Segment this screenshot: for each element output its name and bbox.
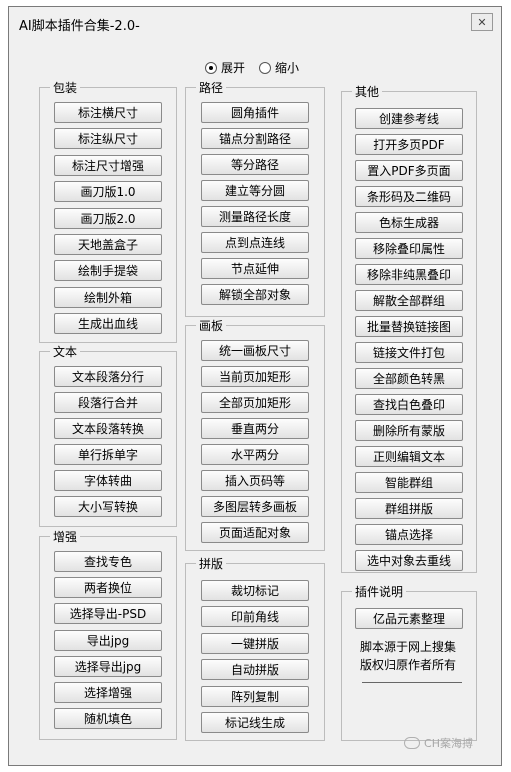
other-button-17[interactable]: 锚点选择 [355,524,463,545]
group-label-plugin-info: 插件说明 [352,583,407,600]
other-button-10[interactable]: 链接文件打包 [355,342,463,363]
divider [362,682,462,683]
radio-expand-label: 展开 [221,61,246,75]
watermark-text: CH案海搏 [424,737,473,750]
other-button-14[interactable]: 正则编辑文本 [355,446,463,467]
other-button-7[interactable]: 移除非纯黑叠印 [355,264,463,285]
group-text: 文本 文本段落分行 段落行合并文本段落转换 单行拆单字字体转曲大小写转换 [39,343,177,527]
plugin-info-line-1: 脚本源于网上搜集 [360,640,457,654]
group-label-path: 路径 [196,79,227,96]
group-enhance: 增强 查找专色两者换位选择导出-PSD 导出jpg 选择导出jpg 选择增强随机填色 [39,528,177,740]
radio-expand[interactable]: 展开 [205,59,245,76]
path-button-6[interactable]: 点到点连线 [201,232,309,253]
other-button-1[interactable]: 创建参考线 [355,108,463,129]
group-label-packaging: 包装 [50,79,81,96]
packaging-button-1[interactable]: 标注横尺寸 [54,102,162,123]
artboard-button-4[interactable]: 垂直两分 [201,418,309,439]
chat-bubble-icon [404,737,421,749]
path-button-1[interactable]: 圆角插件 [201,102,309,123]
path-button-8[interactable]: 解锁全部对象 [201,284,309,305]
imposition-button-5[interactable]: 阵列复制 [201,685,309,707]
artboard-button-6[interactable]: 插入页码等 [201,470,309,491]
radio-collapse[interactable]: 缩小 [259,59,299,76]
packaging-button-7[interactable]: 绘制手提袋 [54,260,162,282]
imposition-button-3[interactable]: 一键拼版 [201,632,309,654]
packaging-button-4[interactable]: 画刀版1.0 [54,181,162,203]
group-other: 其他 创建参考线打开多页PDF 置入PDF多页面 条形码及二维码 色标生成器移除叠印属… [341,83,477,573]
group-artboard: 画板 统一画板尺寸 当前页加矩形 全部页加矩形 垂直两分水平两分插入页码等多图层转多画… [185,317,325,551]
packaging-button-2[interactable]: 标注纵尺寸 [54,128,162,150]
text-button-3[interactable]: 文本段落转换 [54,418,162,439]
other-button-9[interactable]: 批量替换链接图 [355,316,463,337]
other-button-13[interactable]: 删除所有蒙版 [355,420,463,441]
artboard-button-7[interactable]: 多图层转多画板 [201,496,309,517]
path-button-7[interactable]: 节点延伸 [201,258,309,279]
text-button-5[interactable]: 字体转曲 [54,470,162,491]
group-label-artboard: 画板 [196,317,227,334]
artboard-button-3[interactable]: 全部页加矩形 [201,392,309,413]
title-bar: AI脚本插件合集-2.0- ✕ [9,7,501,45]
packaging-button-6[interactable]: 天地盖盒子 [54,234,162,255]
other-button-16[interactable]: 群组拼版 [355,498,463,519]
path-button-5[interactable]: 测量路径长度 [201,206,309,227]
other-button-4[interactable]: 条形码及二维码 [355,186,463,207]
enhance-button-4[interactable]: 导出jpg [54,629,162,651]
group-label-enhance: 增强 [50,528,81,545]
artboard-button-5[interactable]: 水平两分 [201,444,309,465]
group-label-text: 文本 [50,343,81,360]
group-label-other: 其他 [352,83,383,100]
imposition-button-4[interactable]: 自动拼版 [201,659,309,681]
packaging-button-3[interactable]: 标注尺寸增强 [54,154,162,176]
close-button[interactable]: ✕ [471,13,493,31]
radio-collapse-label: 缩小 [275,61,300,75]
text-button-1[interactable]: 文本段落分行 [54,366,162,387]
other-button-15[interactable]: 智能群组 [355,472,463,493]
enhance-button-2[interactable]: 两者换位 [54,577,162,599]
enhance-button-6[interactable]: 选择增强 [54,682,162,703]
watermark: CH案海搏 [404,735,473,751]
other-button-11[interactable]: 全部颜色转黑 [355,368,463,389]
window-title: AI脚本插件合集-2.0- [19,19,140,34]
plugin-info-line-2: 版权归原作者所有 [360,658,457,672]
enhance-button-7[interactable]: 随机填色 [54,708,162,730]
artboard-button-2[interactable]: 当前页加矩形 [201,366,309,387]
other-button-18[interactable]: 选中对象去重线 [355,550,463,571]
text-button-6[interactable]: 大小写转换 [54,496,162,517]
packaging-button-5[interactable]: 画刀版2.0 [54,207,162,229]
enhance-button-5[interactable]: 选择导出jpg [54,655,162,677]
text-button-2[interactable]: 段落行合并 [54,392,162,413]
plugin-info-button-1[interactable]: 亿品元素整理 [355,608,463,629]
packaging-button-8[interactable]: 绘制外箱 [54,286,162,308]
group-path: 路径 圆角插件锚点分割路径 等分路径建立等分圆测量路径长度 点到点连线节点延伸解锁全… [185,79,325,317]
other-button-2[interactable]: 打开多页PDF [355,134,463,155]
other-button-3[interactable]: 置入PDF多页面 [355,160,463,181]
path-button-3[interactable]: 等分路径 [201,154,309,175]
artboard-button-8[interactable]: 页面适配对象 [201,522,309,543]
group-imposition: 拼版 裁切标记印前角线一键拼版自动拼版阵列复制标记线生成 [185,555,325,741]
view-mode-radio-group: 展开 缩小 [205,59,299,76]
path-button-2[interactable]: 锚点分割路径 [201,128,309,149]
radio-unchecked-icon[interactable] [259,61,272,74]
plugin-window: AI脚本插件合集-2.0- ✕ 展开 缩小 包装 标注横尺寸标注纵尺寸标注尺寸增… [8,6,502,766]
enhance-button-3[interactable]: 选择导出-PSD [54,603,162,625]
text-button-4[interactable]: 单行拆单字 [54,444,162,465]
other-button-12[interactable]: 查找白色叠印 [355,394,463,415]
path-button-4[interactable]: 建立等分圆 [201,180,309,201]
imposition-button-2[interactable]: 印前角线 [201,606,309,628]
artboard-button-1[interactable]: 统一画板尺寸 [201,340,309,361]
other-button-8[interactable]: 解散全部群组 [355,290,463,311]
enhance-button-1[interactable]: 查找专色 [54,551,162,572]
group-packaging: 包装 标注横尺寸标注纵尺寸标注尺寸增强 画刀版1.0 画刀版2.0 天地盖盒子绘制手提… [39,79,177,343]
packaging-button-9[interactable]: 生成出血线 [54,313,162,335]
imposition-button-6[interactable]: 标记线生成 [201,712,309,733]
other-button-6[interactable]: 移除叠印属性 [355,238,463,259]
radio-checked-icon[interactable] [205,61,217,74]
other-button-5[interactable]: 色标生成器 [355,212,463,233]
group-label-imposition: 拼版 [196,555,227,572]
group-plugin-info: 插件说明 脚本源于网上搜集 版权归原作者所有 亿品元素整理 [341,583,477,741]
imposition-button-1[interactable]: 裁切标记 [201,580,309,601]
